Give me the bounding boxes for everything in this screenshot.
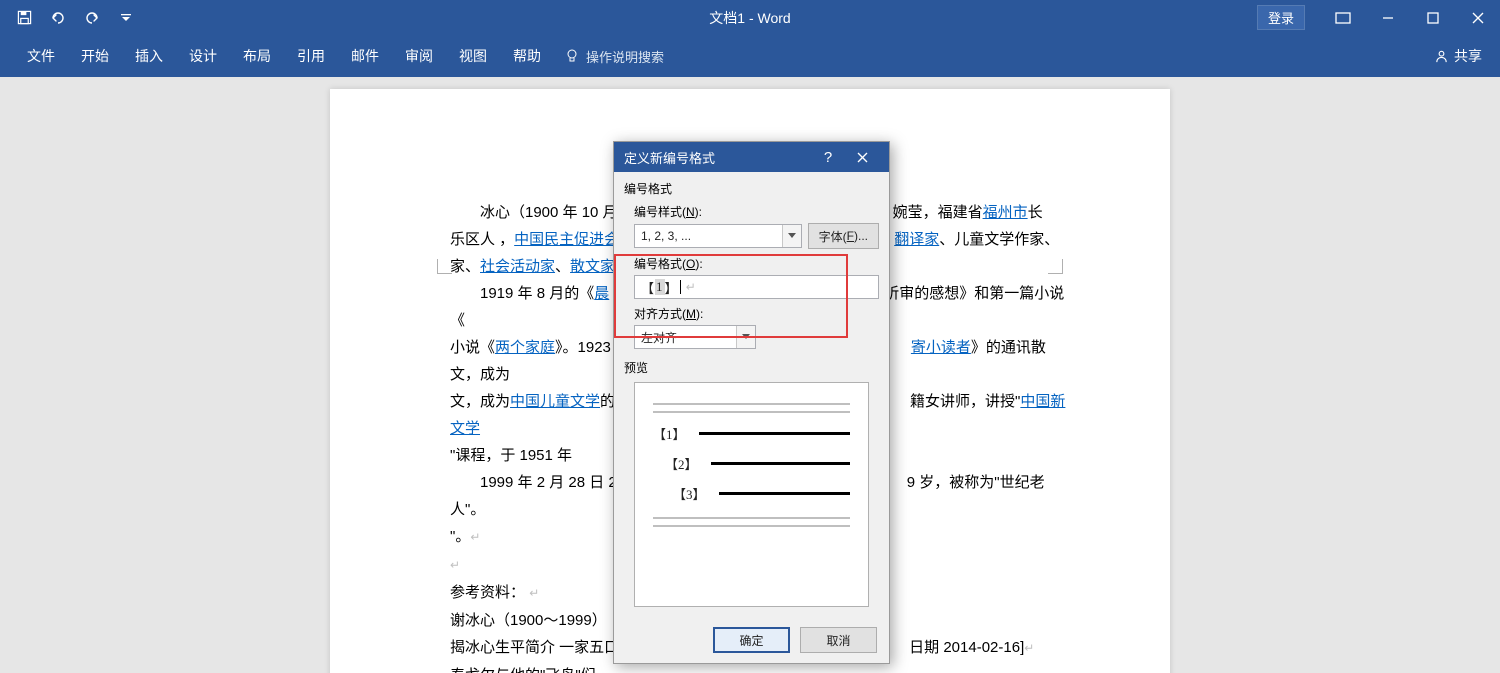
tell-me-search[interactable]: 操作说明搜索 xyxy=(554,47,664,66)
tab-help[interactable]: 帮助 xyxy=(500,35,554,77)
alignment-value: 左对齐 xyxy=(635,329,736,346)
chevron-down-icon[interactable] xyxy=(736,326,755,348)
login-button[interactable]: 登录 xyxy=(1257,5,1305,30)
dialog-titlebar[interactable]: 定义新编号格式 ? xyxy=(614,142,889,172)
define-number-format-dialog: 定义新编号格式 ? 编号格式 编号样式(N): 1, 2, 3, ... 字体(… xyxy=(613,141,890,664)
link-chen[interactable]: 晨 xyxy=(594,285,609,302)
cancel-button[interactable]: 取消 xyxy=(800,627,877,653)
preview-pane: 【1】 【2】 【3】 xyxy=(634,382,869,607)
tab-review[interactable]: 审阅 xyxy=(392,35,446,77)
tab-references[interactable]: 引用 xyxy=(284,35,338,77)
chevron-down-icon[interactable] xyxy=(782,225,801,247)
minimize-icon[interactable] xyxy=(1365,0,1410,35)
tell-me-label: 操作说明搜索 xyxy=(586,47,664,66)
margin-mark-left xyxy=(437,259,452,274)
share-label: 共享 xyxy=(1454,46,1482,66)
dialog-footer: 确定 取消 xyxy=(614,617,889,663)
dialog-help-icon[interactable]: ? xyxy=(811,142,845,172)
alignment-combo[interactable]: 左对齐 xyxy=(634,325,756,349)
link-liangge[interactable]: 两个家庭 xyxy=(495,339,555,356)
preview-item-1: 【1】 xyxy=(653,424,699,443)
link-minzhu[interactable]: 中国民主促进会 xyxy=(514,231,619,248)
link-fuzhou[interactable]: 福州市 xyxy=(983,204,1028,221)
tab-mailings[interactable]: 邮件 xyxy=(338,35,392,77)
window-title: 文档1 - Word xyxy=(709,8,790,28)
tab-insert[interactable]: 插入 xyxy=(122,35,176,77)
number-style-value: 1, 2, 3, ... xyxy=(635,229,782,243)
link-jixiao[interactable]: 寄小读者 xyxy=(911,339,971,356)
number-style-combo[interactable]: 1, 2, 3, ... xyxy=(634,224,802,248)
share-button[interactable]: 共享 xyxy=(1434,46,1482,66)
qat-customize-icon[interactable] xyxy=(112,5,140,31)
title-bar: 文档1 - Word 登录 xyxy=(0,0,1500,35)
redo-icon[interactable] xyxy=(78,5,106,31)
label-alignment: 对齐方式(M): xyxy=(634,305,879,322)
link-fanyi[interactable]: 翻译家 xyxy=(894,231,939,248)
dialog-title: 定义新编号格式 xyxy=(624,148,715,167)
ok-button[interactable]: 确定 xyxy=(713,627,790,653)
tab-home[interactable]: 开始 xyxy=(68,35,122,77)
close-icon[interactable] xyxy=(1455,0,1500,35)
tab-file[interactable]: 文件 xyxy=(14,35,68,77)
preview-item-2: 【2】 xyxy=(653,454,711,473)
save-icon[interactable] xyxy=(10,5,38,31)
tab-view[interactable]: 视图 xyxy=(446,35,500,77)
quick-access-toolbar xyxy=(0,5,140,31)
tab-design[interactable]: 设计 xyxy=(176,35,230,77)
label-number-style: 编号样式(N): xyxy=(634,203,879,220)
dialog-close-icon[interactable] xyxy=(845,142,879,172)
maximize-icon[interactable] xyxy=(1410,0,1455,35)
preview-item-3: 【3】 xyxy=(653,484,719,503)
group-number-format: 编号格式 xyxy=(624,180,879,197)
tab-layout[interactable]: 布局 xyxy=(230,35,284,77)
undo-icon[interactable] xyxy=(44,5,72,31)
link-sanwen[interactable]: 散文家 xyxy=(570,258,615,275)
link-shehui[interactable]: 社会活动家 xyxy=(480,258,555,275)
window-controls: 登录 xyxy=(1257,0,1500,35)
ribbon-display-icon[interactable] xyxy=(1320,0,1365,35)
ribbon-tabs: 文件 开始 插入 设计 布局 引用 邮件 审阅 视图 帮助 操作说明搜索 共享 xyxy=(0,35,1500,77)
margin-mark-right xyxy=(1048,259,1063,274)
font-button[interactable]: 字体(F)... xyxy=(808,223,879,249)
link-ertong[interactable]: 中国儿童文学 xyxy=(510,393,600,410)
number-format-input[interactable]: 【1】 ↵ xyxy=(634,275,879,299)
label-number-format: 编号格式(O): xyxy=(634,255,879,272)
preview-label: 预览 xyxy=(624,359,879,376)
